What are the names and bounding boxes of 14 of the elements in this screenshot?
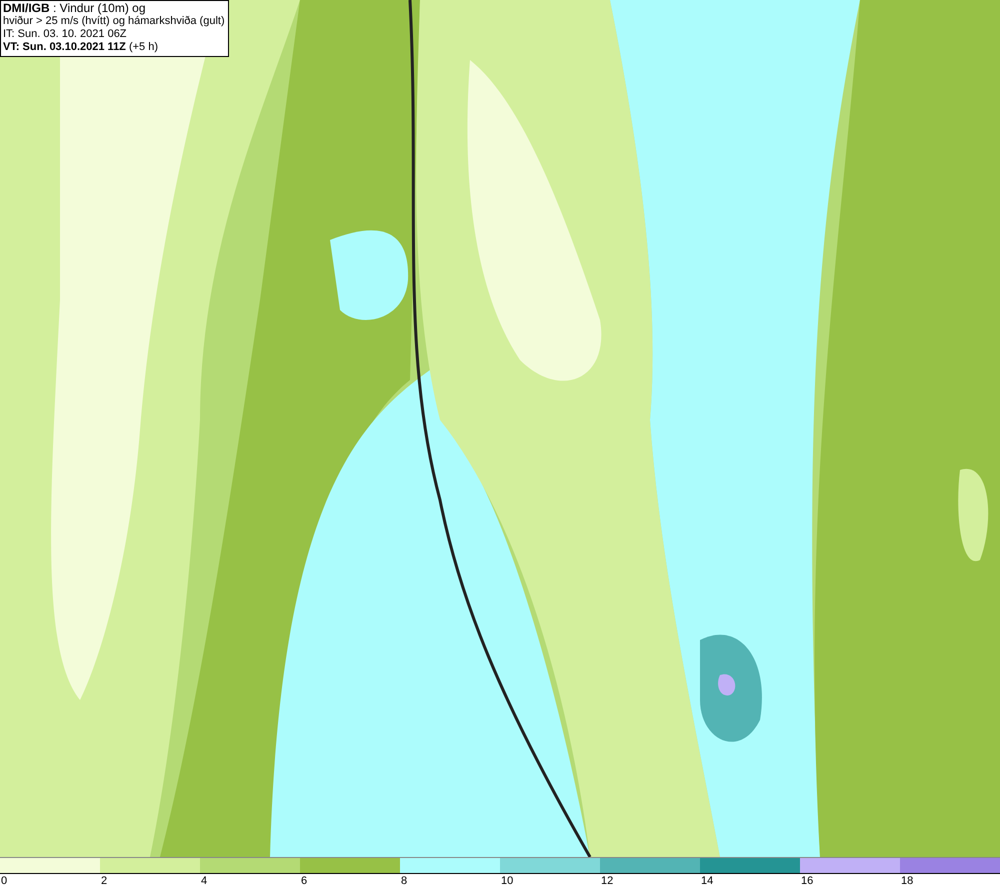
legend-tick-label: 18 <box>900 874 914 887</box>
legend-tick-label: 2 <box>100 874 108 887</box>
legend-tick-label: 6 <box>300 874 308 887</box>
legend-tick-label: 8 <box>400 874 408 887</box>
legend-tick-label: 10 <box>500 874 514 887</box>
info-text: hviður > 25 m/s (hvítt) og hámarkshviða (gult) <box>3 15 225 28</box>
info-text: DMI/IGB : Vindur (10m) og <box>3 2 146 15</box>
info-text: IT: Sun. 03. 10. 2021 06Z <box>3 28 128 41</box>
legend-tick-label: 12 <box>600 874 614 887</box>
legend-tick-label: 4 <box>200 874 208 887</box>
legend-tick-label: 0 <box>0 874 8 887</box>
legend-tick-label: 14 <box>700 874 714 887</box>
legend-tick-label: 16 <box>800 874 814 887</box>
info-text: VT: Sun. 03.10.2021 11Z (+5 h) <box>3 41 160 54</box>
